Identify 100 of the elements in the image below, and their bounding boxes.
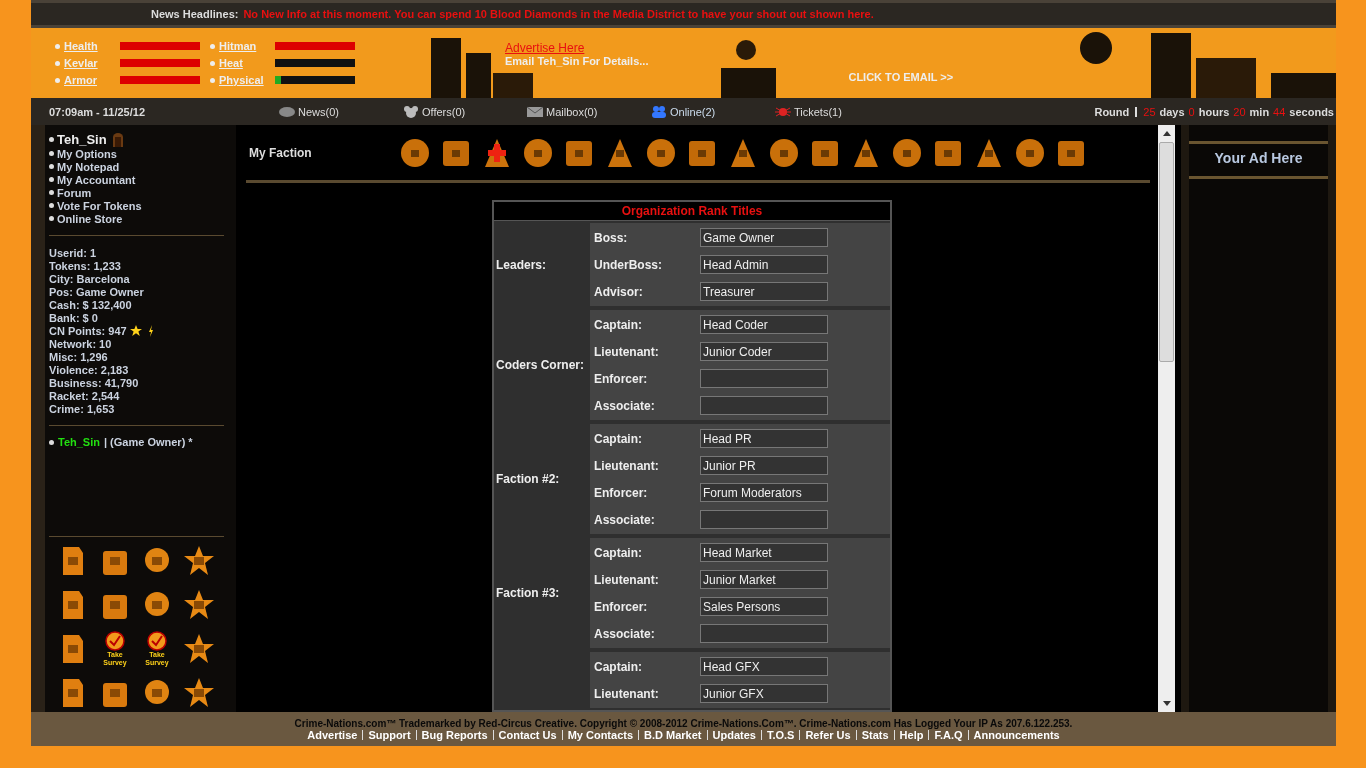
bullet-icon (49, 177, 54, 182)
footer-link[interactable]: Bug Reports (421, 728, 488, 741)
rank-title-field[interactable]: Head Market (700, 543, 828, 562)
status-link[interactable]: Tickets(1) (775, 105, 899, 118)
stat-text: Business: 41,790 (49, 376, 139, 389)
rank-label: Lieutenant: (593, 458, 660, 473)
round-label: Round (1094, 105, 1130, 118)
scroll-up-icon[interactable] (1162, 131, 1171, 136)
news-label: News Headlines: (151, 8, 239, 20)
footer-link[interactable]: Help (899, 728, 924, 741)
stat-text: Violence: 2,183 (49, 363, 129, 376)
rank-title-field[interactable]: Forum Moderators (700, 483, 828, 502)
round-unit: min (1249, 105, 1270, 118)
stat-text: Network: 10 (49, 337, 112, 350)
stat-text: Userid: 1 (49, 246, 97, 259)
status-link[interactable]: Mailbox(0) (527, 105, 651, 118)
cloud-icon (279, 105, 295, 118)
bullet-icon (49, 190, 54, 195)
rank-label: Enforcer: (593, 599, 649, 614)
bullet-icon (210, 43, 215, 49)
footer-link[interactable]: Support (368, 728, 411, 741)
scrollbar[interactable] (1158, 125, 1175, 712)
star-icon[interactable] (183, 544, 215, 577)
status-link[interactable]: News(0) (279, 105, 403, 118)
rank-label: Associate: (593, 626, 656, 641)
group-label: Coders Corner: (496, 358, 584, 372)
online-user[interactable]: Teh_Sin (58, 436, 100, 448)
rank-label: Enforcer: (593, 485, 649, 500)
round-unit: seconds (1289, 105, 1334, 118)
menu-link[interactable]: Vote For Tokens (57, 199, 142, 212)
rank-title-field[interactable] (700, 510, 828, 529)
menu-link[interactable]: My Accountant (57, 173, 136, 186)
copyright-text: Crime-Nations.com™ Trademarked by Red-Circus Creative. Copyright © 2008-2012 Crime-Nations.Com™. Crime-Nations.com Has Logged Your IP As 207.6.122.253. (294, 717, 1073, 729)
rank-title-field[interactable]: Head GFX (700, 657, 828, 676)
stat-text: Cash: $ 132,400 (49, 298, 132, 311)
rank-title-field[interactable]: Head Coder (700, 315, 828, 334)
checkmark-icon (147, 630, 167, 651)
rank-label: Associate: (593, 398, 656, 413)
rank-label: Associate: (593, 512, 656, 527)
bullet-icon (55, 43, 60, 49)
checkmark-icon (105, 630, 125, 651)
menu-link[interactable]: My Notepad (57, 160, 120, 173)
star-icon (129, 324, 142, 337)
rank-title-field[interactable]: Game Owner (700, 228, 828, 247)
menu-link[interactable]: Online Store (57, 212, 123, 225)
stat-text: Bank: $ 0 (49, 311, 98, 324)
rank-label: Captain: (593, 659, 643, 674)
spider-icon (775, 105, 791, 118)
footer-link[interactable]: Announcements (973, 728, 1060, 741)
rank-label: Captain: (593, 545, 643, 560)
rank-title-field[interactable]: Junior Coder (700, 342, 828, 361)
stat-text: CN Points: 947 (49, 324, 127, 337)
ad-banner[interactable]: Your Ad Here (1189, 141, 1328, 179)
username-link[interactable]: Teh_Sin (57, 132, 107, 147)
bullet-icon (49, 439, 54, 445)
rank-title-field[interactable]: Sales Persons (700, 597, 828, 616)
rank-title-field[interactable]: Head PR (700, 429, 828, 448)
rank-title-field[interactable] (700, 624, 828, 643)
rank-title-field[interactable] (700, 369, 828, 388)
footer-link[interactable]: Advertise (307, 728, 358, 741)
round-value: 20 (1233, 105, 1246, 118)
envelope-icon (527, 105, 543, 118)
ad-text: Email Teh_Sin For Details... (505, 55, 649, 67)
scroll-down-icon[interactable] (1162, 701, 1171, 706)
stat-text: City: Barcelona (49, 272, 130, 285)
menu-link[interactable]: Forum (57, 186, 92, 199)
footer-link[interactable]: B.D Market (644, 728, 702, 741)
rank-title-field[interactable]: Junior GFX (700, 684, 828, 703)
rank-title-field[interactable]: Treasurer (700, 282, 828, 301)
status-link[interactable]: Online(2) (651, 105, 775, 118)
menu-link[interactable]: My Options (57, 147, 117, 160)
footer-link[interactable]: Updates (712, 728, 756, 741)
stat-text: Racket: 2,544 (49, 389, 120, 402)
bullet-icon (49, 216, 54, 221)
footer-link[interactable]: F.A.Q (934, 728, 963, 741)
group-label: Faction #3: (496, 586, 560, 600)
round-unit: hours (1198, 105, 1230, 118)
rank-label: Lieutenant: (593, 572, 660, 587)
rank-label: Captain: (593, 431, 643, 446)
rank-title-field[interactable]: Junior PR (700, 456, 828, 475)
bullet-icon (49, 151, 54, 156)
footer-link[interactable]: Contact Us (498, 728, 557, 741)
status-link[interactable]: Offers(0) (403, 105, 527, 118)
rank-label: Captain: (593, 317, 643, 332)
rank-title-field[interactable] (700, 396, 828, 415)
stat-text: Pos: Game Owner (49, 285, 144, 298)
rank-title-field[interactable]: Head Admin (700, 255, 828, 274)
door-icon (112, 132, 123, 147)
bullet-icon (210, 60, 215, 66)
group-label: Leaders: (496, 257, 547, 272)
footer-link[interactable]: Stats (861, 728, 889, 741)
footer-link[interactable]: Refer Us (805, 728, 851, 741)
footer-link[interactable]: My Contacts (567, 728, 634, 741)
stat-text: Misc: 1,296 (49, 350, 108, 363)
footer-link[interactable]: T.O.S (766, 728, 795, 741)
date-time: 07:09am - 11/25/12 (49, 105, 147, 118)
bullet-icon (49, 137, 54, 142)
rank-title-field[interactable]: Junior Market (700, 570, 828, 589)
rank-label: Lieutenant: (593, 686, 660, 701)
rank-label: Boss: (593, 230, 629, 245)
